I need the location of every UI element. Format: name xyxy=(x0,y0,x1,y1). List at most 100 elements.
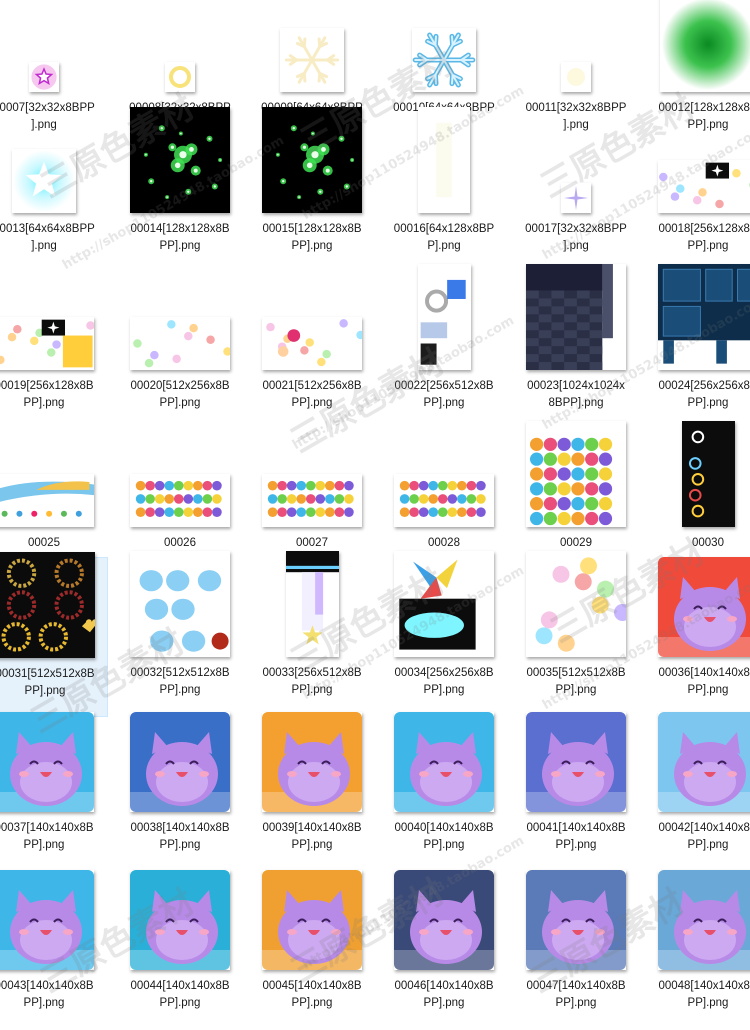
file-tile[interactable]: 00015[128x128x8BPP].png xyxy=(248,113,376,273)
thumbnail-frame xyxy=(394,870,494,970)
file-name-line1: 00035[512x512x8B xyxy=(512,665,640,682)
file-tile[interactable]: 00034[256x256x8BPP].png xyxy=(380,557,508,717)
file-name: 00036[140x140x8BPP].png xyxy=(644,665,750,699)
thumbnail-frame xyxy=(130,557,230,657)
file-name-line1: 00013[64x64x8BPP xyxy=(0,221,108,238)
file-tile[interactable]: 00031[512x512x8BPP].png xyxy=(0,557,108,717)
file-tile[interactable]: 00044[140x140x8BPP].png xyxy=(116,870,244,1030)
purple-cat-icon xyxy=(130,712,230,812)
file-name: 00026 xyxy=(116,535,244,552)
gold-rings-icon xyxy=(0,552,95,658)
boxing-ring-icon xyxy=(526,264,626,370)
purple-cat-icon xyxy=(130,870,230,970)
file-tile[interactable]: 00036[140x140x8BPP].png xyxy=(644,557,750,717)
thumbnail-frame xyxy=(0,870,94,970)
file-tile[interactable]: 00040[140x140x8BPP].png xyxy=(380,712,508,872)
file-tile[interactable]: 00014[128x128x8BPP].png xyxy=(116,113,244,273)
light-beam-icon xyxy=(286,551,339,657)
file-tile[interactable]: 00047[140x140x8BPP].png xyxy=(512,870,640,1030)
file-name: 00019[256x128x8BPP].png xyxy=(0,378,108,412)
file-name: 00028 xyxy=(380,535,508,552)
file-tile[interactable]: 00037[140x140x8BPP].png xyxy=(0,712,108,872)
file-tile[interactable]: 00020[512x256x8BPP].png xyxy=(116,270,244,430)
file-tile[interactable]: 00022[256x512x8BPP].png xyxy=(380,270,508,430)
file-name: 00034[256x256x8BPP].png xyxy=(380,665,508,699)
blue-snowflake-icon xyxy=(412,28,476,92)
thumbnail-frame xyxy=(0,0,94,92)
file-tile[interactable]: 00041[140x140x8BPP].png xyxy=(512,712,640,872)
file-name-line1: 00015[128x128x8B xyxy=(248,221,376,238)
thumbnail-frame xyxy=(526,427,626,527)
file-tile[interactable]: 00032[512x512x8BPP].png xyxy=(116,557,244,717)
file-tile[interactable]: 00019[256x128x8BPP].png xyxy=(0,270,108,430)
file-name: 00017[32x32x8BPP].png xyxy=(512,221,640,255)
thumbnail-frame xyxy=(0,558,95,658)
file-name-line2: PP].png xyxy=(0,683,109,700)
purple-cat-icon xyxy=(526,712,626,812)
file-tile[interactable]: 00043[140x140x8BPP].png xyxy=(0,870,108,1030)
file-name: 00015[128x128x8BPP].png xyxy=(248,221,376,255)
thumbnail-frame xyxy=(526,557,626,657)
file-tile[interactable]: 00024[256x256x8BPP].png xyxy=(644,270,750,430)
file-tile[interactable]: 00042[140x140x8BPP].png xyxy=(644,712,750,872)
file-name-line1: 00048[140x140x8B xyxy=(644,978,750,995)
effect-sheet-icon xyxy=(130,317,230,370)
file-tile[interactable]: 00045[140x140x8BPP].png xyxy=(248,870,376,1030)
file-tile[interactable]: 00033[256x512x8BPP].png xyxy=(248,557,376,717)
file-name-line2: PP].png xyxy=(644,682,750,699)
effect-sheet-icon xyxy=(0,317,94,370)
thumbnail-frame xyxy=(394,270,494,370)
green-orb-icon xyxy=(660,0,750,92)
purple-cat-icon xyxy=(526,870,626,970)
file-tile[interactable]: 00046[140x140x8BPP].png xyxy=(380,870,508,1030)
cat-faces-sheet-icon xyxy=(130,474,230,527)
file-name-line2: PP].png xyxy=(248,395,376,412)
file-name: 00048[140x140x8BPP].png xyxy=(644,978,750,1012)
thumbnail-frame xyxy=(262,870,362,970)
file-name-line1: 00024[256x256x8B xyxy=(644,378,750,395)
file-tile[interactable]: 00039[140x140x8BPP].png xyxy=(248,712,376,872)
file-name-line1: 00040[140x140x8B xyxy=(380,820,508,837)
purple-cat-icon xyxy=(262,870,362,970)
file-tile[interactable]: 00038[140x140x8BPP].png xyxy=(116,712,244,872)
file-name-line1: 00042[140x140x8B xyxy=(644,820,750,837)
file-name: 00013[64x64x8BPP].png xyxy=(0,221,108,255)
thumbnail-frame xyxy=(394,0,494,92)
file-tile[interactable]: 00035[512x512x8BPP].png xyxy=(512,557,640,717)
file-name-line1: 00021[512x256x8B xyxy=(248,378,376,395)
purple-cat-icon xyxy=(0,870,94,970)
thumbnail-frame xyxy=(658,427,750,527)
file-name: 00038[140x140x8BPP].png xyxy=(116,820,244,854)
file-tile[interactable]: 00018[256x128x8BPP].png xyxy=(644,113,750,273)
file-name-line1: 00044[140x140x8B xyxy=(116,978,244,995)
file-name-line1: 00028 xyxy=(380,535,508,552)
file-name: 00029 xyxy=(512,535,640,552)
file-name-line1: 00019[256x128x8B xyxy=(0,378,108,395)
file-name-line1: 00030 xyxy=(644,535,750,552)
file-tile[interactable]: 00016[64x128x8BPP].png xyxy=(380,113,508,273)
thumbnail-frame xyxy=(394,557,494,657)
glow-ring-icon xyxy=(165,62,195,92)
thumbnail-frame xyxy=(262,557,362,657)
thumbnail-frame xyxy=(0,270,94,370)
file-name: 00027 xyxy=(248,535,376,552)
pink-star-icon xyxy=(29,62,59,92)
file-tile[interactable]: 00021[512x256x8BPP].png xyxy=(248,270,376,430)
file-name-line2: PP].png xyxy=(0,837,108,854)
file-tile[interactable]: 00017[32x32x8BPP].png xyxy=(512,113,640,273)
thumbnail-frame xyxy=(130,712,230,812)
file-name: 00020[512x256x8BPP].png xyxy=(116,378,244,412)
file-name-line2: PP].png xyxy=(116,995,244,1012)
file-tile[interactable]: 00013[64x64x8BPP].png xyxy=(0,113,108,273)
thumbnail-frame xyxy=(262,270,362,370)
file-name-line2: PP].png xyxy=(380,837,508,854)
green-particles-icon xyxy=(262,107,362,213)
file-tile[interactable]: 00048[140x140x8BPP].png xyxy=(644,870,750,1030)
file-name-line2: PP].png xyxy=(0,395,108,412)
thumbnail-frame xyxy=(262,0,362,92)
file-tile[interactable]: 00023[1024x1024x8BPP].png xyxy=(512,270,640,430)
file-name-line1: 00046[140x140x8B xyxy=(380,978,508,995)
file-name-line2: PP].png xyxy=(116,682,244,699)
file-name-line2: PP].png xyxy=(116,238,244,255)
thumbnail-frame xyxy=(658,870,750,970)
